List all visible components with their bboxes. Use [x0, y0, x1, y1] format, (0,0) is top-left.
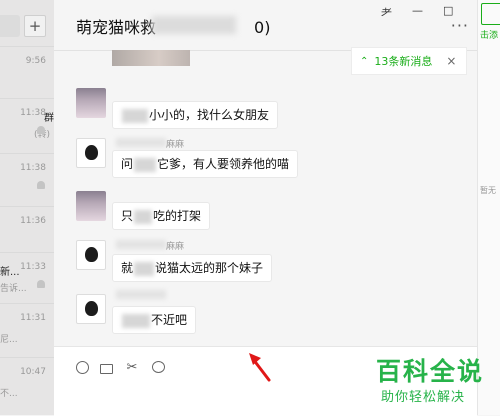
conversation-time: 9:56 — [25, 56, 46, 66]
image-message[interactable] — [112, 50, 190, 66]
add-member-button[interactable] — [481, 3, 500, 25]
conversation-time: 11:31 — [20, 313, 46, 323]
red-arrow-annotation — [249, 353, 271, 382]
conversation-time: 11:38 — [20, 108, 46, 118]
sender-name: 麻麻 — [166, 140, 185, 150]
watermark-title: 百科全说 — [376, 357, 485, 386]
chat-history-icon[interactable] — [152, 361, 165, 373]
new-chat-button[interactable]: + — [24, 15, 46, 37]
message-bubble[interactable]: 问它爹，有人要领养他的喵 — [112, 150, 299, 178]
conversation-time: 10:47 — [20, 367, 46, 377]
avatar[interactable] — [76, 294, 106, 324]
close-banner-button[interactable]: × — [446, 54, 456, 68]
add-member-label: 击添 — [480, 31, 499, 41]
conversation-list: + 9:56 群 11:38 (转) 11:38 11:36 新... 11:3… — [0, 0, 54, 415]
conversation-preview: 告诉... — [0, 284, 27, 294]
mute-bell-icon — [37, 126, 45, 134]
chat-header: 萌宠猫咪救 0) 耂 — □ ··· — [54, 0, 477, 51]
redacted-sender — [116, 138, 166, 147]
emoji-icon[interactable] — [76, 361, 89, 374]
conversation-item[interactable]: 群 11:38 (转) — [0, 98, 54, 157]
folder-icon[interactable] — [100, 364, 113, 374]
watermark-subtitle: 助你轻松解决 — [381, 390, 466, 405]
avatar[interactable] — [76, 88, 106, 118]
conversation-preview: 尼... — [0, 335, 18, 345]
redacted-text — [122, 313, 150, 328]
double-chevron-up-icon: ⌃ — [360, 55, 369, 67]
minimize-button[interactable]: — — [412, 4, 423, 17]
new-messages-count: 13条新消息 — [374, 55, 433, 68]
conversation-time: 11:36 — [20, 216, 46, 226]
empty-label: 暂无 — [480, 186, 496, 195]
redacted-text — [134, 261, 155, 276]
avatar[interactable] — [76, 191, 106, 221]
new-messages-banner[interactable]: ⌃ 13条新消息 × — [351, 47, 467, 75]
conversation-item[interactable]: 11:38 — [0, 153, 54, 212]
chat-title-left: 萌宠猫咪救 — [76, 18, 157, 37]
more-options-button[interactable]: ··· — [451, 16, 469, 35]
mute-bell-icon — [37, 280, 45, 288]
conversation-preview: 不... — [0, 389, 18, 399]
pin-button[interactable]: 耂 — [381, 4, 392, 20]
message-bubble[interactable]: 就说猫太远的那个妹子 — [112, 254, 273, 282]
redacted-title — [152, 16, 236, 34]
conversation-item[interactable]: 10:47 不... — [0, 357, 54, 415]
conversation-item[interactable]: 11:31 尼... — [0, 303, 54, 362]
scissors-icon[interactable]: ✂ — [125, 361, 139, 375]
message-bubble[interactable]: 只吃的打架 — [112, 202, 211, 230]
avatar[interactable] — [76, 138, 106, 168]
conversation-item[interactable]: 9:56 — [0, 46, 54, 105]
chat-title-right: 0) — [254, 18, 271, 37]
conversation-name: 新... — [0, 267, 20, 278]
avatar[interactable] — [76, 240, 106, 270]
redacted-sender — [116, 240, 166, 249]
message-bubble[interactable]: 小小的，找什么女朋友 — [112, 101, 279, 129]
sender-name: 麻麻 — [166, 242, 185, 252]
mute-bell-icon — [37, 181, 45, 189]
redacted-text — [134, 157, 157, 172]
conversation-time: 11:33 — [20, 262, 46, 272]
message-bubble[interactable]: 不近吧 — [112, 306, 197, 334]
search-input[interactable] — [0, 15, 20, 37]
redacted-text — [122, 108, 148, 123]
redacted-text — [134, 209, 153, 224]
redacted-sender — [116, 290, 166, 299]
conversation-time: 11:38 — [20, 163, 46, 173]
